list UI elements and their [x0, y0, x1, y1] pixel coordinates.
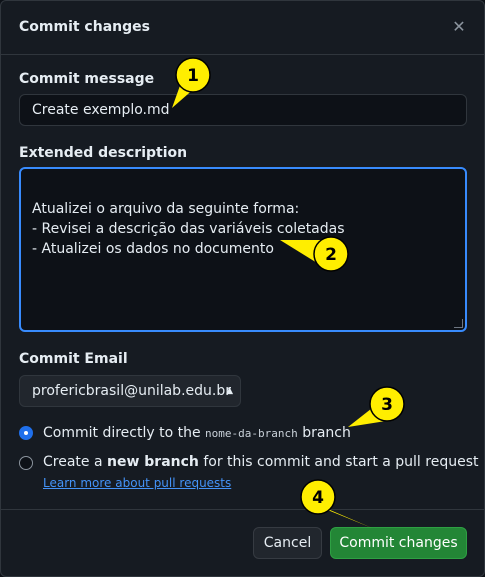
branch-name: nome-da-branch — [205, 427, 298, 440]
commit-message-label: Commit message — [19, 71, 155, 87]
commit-message-input[interactable]: Create exemplo.md — [19, 94, 467, 126]
dialog-title: Commit changes — [19, 19, 150, 35]
commit-dialog: Commit changes ✕ Commit message Create e… — [0, 0, 485, 577]
commit-direct-label[interactable]: Commit directly to the nome-da-branch br… — [43, 425, 351, 441]
learn-more-link[interactable]: Learn more about pull requests — [43, 476, 231, 490]
commit-direct-suffix: branch — [302, 425, 351, 441]
new-branch-bold: new branch — [107, 454, 199, 470]
new-branch-prefix: Create a — [43, 454, 103, 470]
dialog-footer: Cancel Commit changes — [1, 509, 484, 576]
close-icon[interactable]: ✕ — [449, 17, 469, 37]
cancel-button[interactable]: Cancel — [253, 527, 322, 559]
extended-description-textarea[interactable]: Atualizei o arquivo da seguinte forma: -… — [19, 167, 467, 332]
new-branch-suffix: for this commit and start a pull request — [203, 454, 479, 470]
commit-changes-button[interactable]: Commit changes — [330, 527, 467, 559]
extended-description-text: Atualizei o arquivo da seguinte forma: -… — [32, 201, 345, 257]
commit-email-value: profericbrasil@unilab.edu.br — [32, 383, 231, 399]
select-caret-icon: ▲ — [226, 386, 233, 396]
new-branch-radio[interactable] — [19, 456, 33, 470]
commit-email-select[interactable]: profericbrasil@unilab.edu.br ▲ — [19, 375, 241, 407]
new-branch-label[interactable]: Create a new branch for this commit and … — [43, 454, 479, 470]
extended-description-label: Extended description — [19, 145, 188, 161]
resize-handle-icon[interactable] — [454, 319, 463, 328]
commit-direct-radio[interactable] — [19, 426, 33, 440]
commit-email-label: Commit Email — [19, 351, 128, 367]
dialog-header: Commit changes ✕ — [1, 1, 484, 55]
commit-direct-prefix: Commit directly to the — [43, 425, 201, 441]
